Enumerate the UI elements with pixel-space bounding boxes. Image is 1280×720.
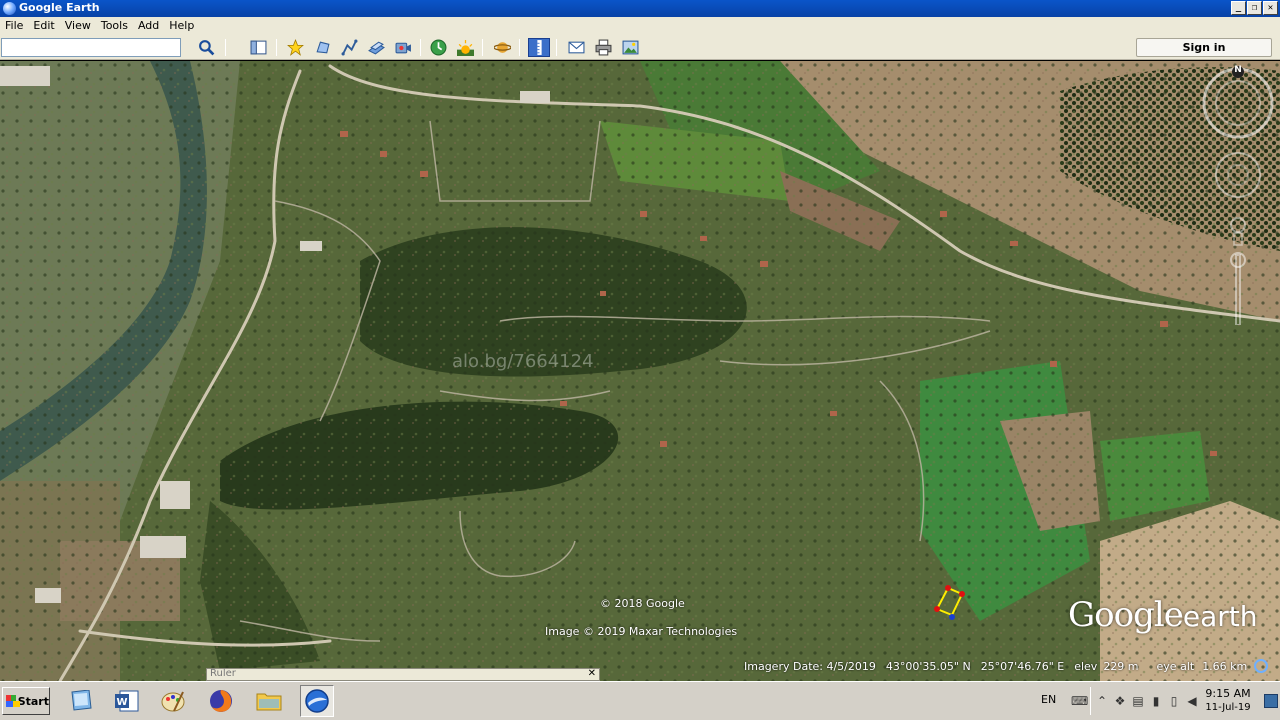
menu-view[interactable]: View — [60, 17, 96, 35]
desktop-icon[interactable] — [64, 685, 98, 717]
latitude: 43°00'35.05" N — [885, 660, 971, 673]
ruler-icon[interactable] — [528, 38, 550, 57]
maximize-button[interactable]: ❐ — [1247, 1, 1262, 15]
historical-imagery-icon[interactable] — [427, 38, 449, 57]
title-bar: Google Earth _ ❐ ✕ — [0, 0, 1280, 17]
clock-date[interactable]: 11-Jul-19 — [1203, 702, 1253, 713]
system-tray: EN ⌨ ⌃ ❖ ▤ ▮ ▯ ◀ 9:15 AM 11-Jul-19 — [1035, 682, 1280, 720]
save-image-icon[interactable] — [619, 38, 641, 57]
window-title: Google Earth — [19, 1, 100, 14]
mobile-icon[interactable]: ▯ — [1167, 694, 1181, 708]
satellite-imagery — [0, 61, 1280, 681]
keyboard-icon[interactable]: ⌨ — [1071, 694, 1088, 708]
ruler-title: Ruler — [210, 668, 236, 679]
toolbar: Sign in — [0, 35, 1280, 60]
language-indicator[interactable]: EN — [1041, 693, 1056, 706]
compass-north-label[interactable]: N — [1233, 65, 1243, 75]
copyright-imagery: Image © 2019 Maxar Technologies — [545, 625, 738, 638]
firefox-icon[interactable] — [204, 685, 238, 717]
image-overlay-icon[interactable] — [365, 38, 387, 57]
taskbar: Start W EN ⌨ ⌃ ❖ ▤ ▮ ▯ ◀ 9:15 AM 11-Jul-… — [0, 681, 1280, 720]
polygon-icon[interactable] — [311, 38, 333, 57]
record-tour-icon[interactable] — [392, 38, 414, 57]
google-earth-icon[interactable] — [300, 685, 334, 717]
explorer-folder-icon[interactable] — [252, 685, 286, 717]
google-earth-logo: Googleearth — [1068, 595, 1257, 635]
start-button[interactable]: Start — [2, 687, 50, 715]
sign-in-button[interactable]: Sign in — [1136, 38, 1272, 57]
menu-edit[interactable]: Edit — [28, 17, 59, 35]
paint-icon[interactable] — [156, 685, 190, 717]
copyright-google: © 2018 Google — [600, 597, 685, 610]
path-icon[interactable] — [338, 38, 360, 57]
map-view[interactable]: alo.bg/7664124 N © 2018 Google Image © 2… — [0, 61, 1280, 681]
network-icon[interactable]: ▮ — [1149, 694, 1163, 708]
menu-bar: File Edit View Tools Add Help — [0, 17, 1280, 35]
elevation-label: elev — [1074, 660, 1098, 673]
word-icon[interactable]: W — [110, 685, 144, 717]
minimize-button[interactable]: _ — [1231, 1, 1246, 15]
windows-flag-icon — [6, 695, 20, 707]
ruler-close-icon[interactable]: ✕ — [588, 668, 596, 679]
menu-add[interactable]: Add — [133, 17, 164, 35]
menu-file[interactable]: File — [0, 17, 28, 35]
placemark-icon[interactable] — [284, 38, 306, 57]
elevation-value: 229 m — [1103, 660, 1139, 673]
show-hidden-icons-icon[interactable]: ⌃ — [1095, 694, 1109, 708]
ruler-dialog-titlebar[interactable]: Ruler ✕ — [206, 668, 600, 681]
show-desktop-icon[interactable] — [1264, 694, 1278, 708]
planets-icon[interactable] — [491, 38, 513, 57]
close-button[interactable]: ✕ — [1263, 1, 1278, 15]
longitude: 25°07'46.76" E — [980, 660, 1065, 673]
sidebar-toggle-icon[interactable] — [247, 38, 269, 57]
menu-tools[interactable]: Tools — [96, 17, 133, 35]
svg-text:W: W — [116, 697, 127, 708]
eye-alt-value: 1.66 km — [1202, 660, 1248, 673]
start-label: Start — [17, 694, 49, 708]
print-icon[interactable] — [592, 38, 614, 57]
sunlight-icon[interactable] — [454, 38, 476, 57]
search-input[interactable] — [1, 38, 181, 57]
clipboard-icon[interactable]: ▤ — [1131, 694, 1145, 708]
logo-word-earth: earth — [1182, 600, 1258, 633]
watermark: alo.bg/7664124 — [452, 351, 594, 372]
status-line: Imagery Date: 4/5/2019 43°00'35.05" N 25… — [744, 660, 1257, 673]
logo-word-google: Google — [1068, 595, 1184, 635]
eye-alt-label: eye alt — [1156, 660, 1195, 673]
imagery-date: Imagery Date: 4/5/2019 — [744, 660, 876, 673]
email-icon[interactable] — [565, 38, 587, 57]
clock-time[interactable]: 9:15 AM — [1205, 687, 1251, 700]
search-icon[interactable] — [195, 38, 217, 57]
dropbox-icon[interactable]: ❖ — [1113, 694, 1127, 708]
google-earth-app-icon — [3, 2, 16, 15]
navigation-controls: N — [1200, 65, 1280, 326]
menu-help[interactable]: Help — [164, 17, 199, 35]
volume-icon[interactable]: ◀ — [1185, 694, 1199, 708]
